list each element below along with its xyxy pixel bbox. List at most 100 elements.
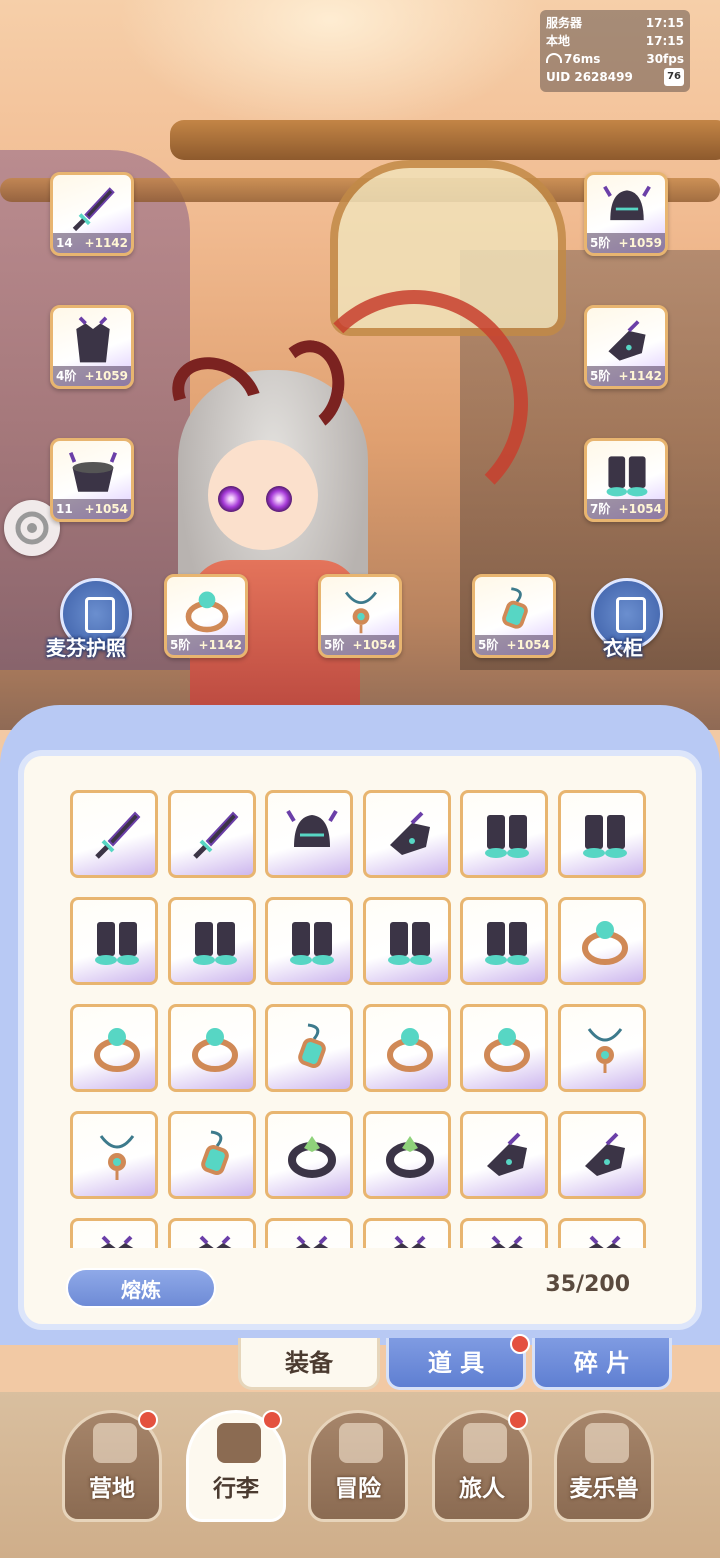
nav-label: 旅人 [459,1476,505,1502]
inventory-item[interactable] [557,1111,646,1199]
amulet-icon [187,1128,243,1184]
inventory-item[interactable] [70,1218,158,1248]
pipe [170,120,720,160]
equipped-level: 14阶 +1142 [53,233,131,253]
sword-icon [89,807,145,863]
inventory-item[interactable] [265,1004,353,1092]
local-label: 本地 [546,34,571,48]
local-time: 17:15 [645,34,684,48]
inventory-item[interactable] [167,897,256,985]
armor-icon [89,1235,145,1248]
inventory-item[interactable] [460,790,548,878]
bonus-label: +1142 [618,369,662,383]
boots-icon [601,449,653,501]
inventory-item[interactable] [460,1218,548,1248]
inventory-item[interactable] [557,1218,646,1248]
inventory-item[interactable] [362,897,451,985]
equipped-level: 11阶 +1054 [53,499,131,519]
boots-icon [89,914,145,970]
nav-label: 麦乐兽 [569,1476,639,1502]
tab-fragments[interactable]: 碎 片 [532,1338,672,1390]
inventory-item[interactable] [70,1111,158,1199]
inventory-item[interactable] [362,1111,451,1199]
uid-text: UID 2628499 [546,70,633,84]
inventory-item[interactable] [167,790,256,878]
status-overlay: 服务器 17:15 本地 17:15 76ms 30fps UID 2628499 76 [540,10,690,92]
smelt-button[interactable]: 熔炼 [66,1268,216,1308]
inventory-item[interactable] [557,897,646,985]
nav-pet[interactable]: 麦乐兽 [554,1410,654,1522]
passport-label: 麦芬护照 [46,636,126,660]
equipped-slot-ring[interactable]: 5阶 +1142 [164,574,248,658]
equipped-slot-armor[interactable]: 4阶 +1059 [50,305,134,389]
equipped-level: 4阶 +1059 [53,366,131,386]
inventory-item[interactable] [167,1218,256,1248]
inventory-item[interactable] [460,1004,548,1092]
traveler-icon [463,1423,507,1463]
inventory-item[interactable] [70,790,158,878]
inventory-item[interactable] [460,1111,548,1199]
gauntlet-icon [601,316,653,368]
inventory-item[interactable] [265,790,353,878]
ping-value: 76ms [564,52,601,66]
inventory-item[interactable] [70,1004,158,1092]
armor-icon [284,1235,340,1248]
inventory-item[interactable] [362,790,451,878]
nav-crossed-swords[interactable]: 冒险 [308,1410,408,1522]
ring-icon [382,1021,438,1077]
boots-icon [479,807,535,863]
equipped-slot-necklace[interactable]: 5阶 +1054 [318,574,402,658]
sword-icon [187,807,243,863]
inventory-item[interactable] [362,1004,451,1092]
tab-equipment[interactable]: 装备 [238,1338,380,1390]
equipped-slot-belt[interactable]: 11阶 +1054 [50,438,134,522]
tier-label: 5阶 [590,369,611,383]
boots-icon [187,914,243,970]
bonus-label: +1054 [352,638,396,652]
equipped-level: 5阶 +1142 [167,635,245,655]
inventory-item[interactable] [557,1004,646,1092]
inventory-item[interactable] [265,1218,353,1248]
amulet-icon [489,585,541,637]
nav-badge [262,1410,282,1430]
inventory-grid[interactable] [70,790,655,1248]
inventory-item[interactable] [460,897,548,985]
passport-book-icon [85,597,115,633]
inventory-item[interactable] [70,897,158,985]
equipped-level: 5阶 +1054 [321,635,399,655]
boots-icon [479,914,535,970]
bonus-label: +1142 [198,638,242,652]
armor-icon [67,316,119,368]
inventory-item[interactable] [167,1004,256,1092]
inventory-item[interactable] [167,1111,256,1199]
equipped-slot-boots[interactable]: 7阶 +1054 [584,438,668,522]
equipped-slot-weapon[interactable]: 14阶 +1142 [50,172,134,256]
castle-icon [93,1423,137,1463]
wifi-icon [546,53,562,63]
armor-icon [187,1235,243,1248]
inventory-item[interactable] [265,897,353,985]
character-eye [218,486,244,512]
necklace-icon [577,1021,633,1077]
necklace-icon [335,585,387,637]
tab-items[interactable]: 道 具 [386,1338,526,1390]
equipped-slot-gauntlet[interactable]: 5阶 +1142 [584,305,668,389]
bonus-label: +1054 [618,502,662,516]
equipped-slot-amulet[interactable]: 5阶 +1054 [472,574,556,658]
boots-icon [382,914,438,970]
nav-badge [138,1410,158,1430]
fps-value: 30fps [646,52,684,66]
inventory-item[interactable] [557,790,646,878]
armor-icon [577,1235,633,1248]
equipped-slot-helmet[interactable]: 5阶 +1059 [584,172,668,256]
ring-icon [577,914,633,970]
battery-badge: 76 [664,68,684,86]
belt-icon [67,449,119,501]
inventory-item[interactable] [362,1218,451,1248]
inventory-item[interactable] [265,1111,353,1199]
armor-icon [382,1235,438,1248]
bonus-label: +1059 [84,369,128,383]
tab-items-label: 道 具 [427,1349,485,1377]
nav-label: 冒险 [335,1476,381,1502]
boots-icon [284,914,340,970]
